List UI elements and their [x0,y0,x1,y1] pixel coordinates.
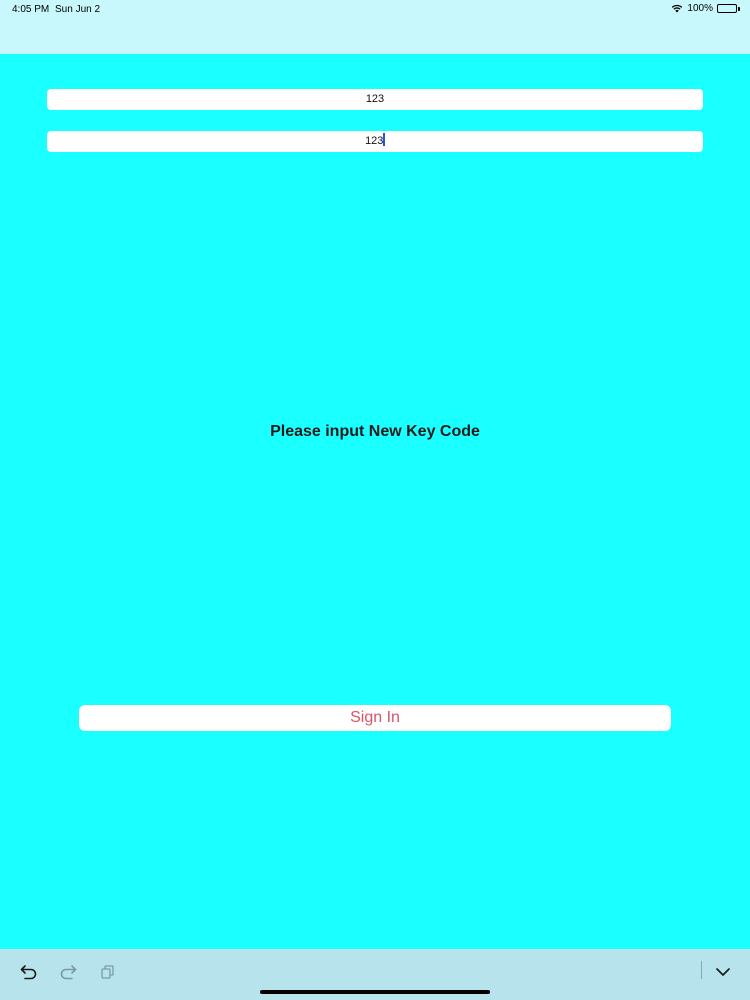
status-indicators: 100% [671,3,740,14]
toolbar-divider [701,961,702,979]
screen: 4:05 PM Sun Jun 2 100% 123 123 Please in… [0,0,750,1000]
sign-in-button[interactable]: Sign In [79,705,671,731]
status-bar: 4:05 PM Sun Jun 2 100% [0,0,750,54]
status-date: Sun Jun 2 [55,4,101,15]
new-key-code-field-value: 123 [365,135,384,147]
battery-percent: 100% [687,3,713,14]
prompt-label: Please input New Key Code [270,423,480,440]
chevron-down-icon[interactable] [712,961,734,983]
text-caret [383,133,385,146]
paste-icon[interactable] [96,961,118,983]
undo-icon[interactable] [18,961,40,983]
status-time: 4:05 PM [12,4,50,15]
key-code-field-value: 123 [365,93,385,105]
redo-icon[interactable] [57,961,79,983]
battery-icon [717,4,740,13]
home-indicator[interactable] [260,990,490,994]
key-code-field[interactable]: 123 [47,89,703,110]
wifi-icon [671,4,683,13]
new-key-code-field[interactable]: 123 [47,131,703,152]
